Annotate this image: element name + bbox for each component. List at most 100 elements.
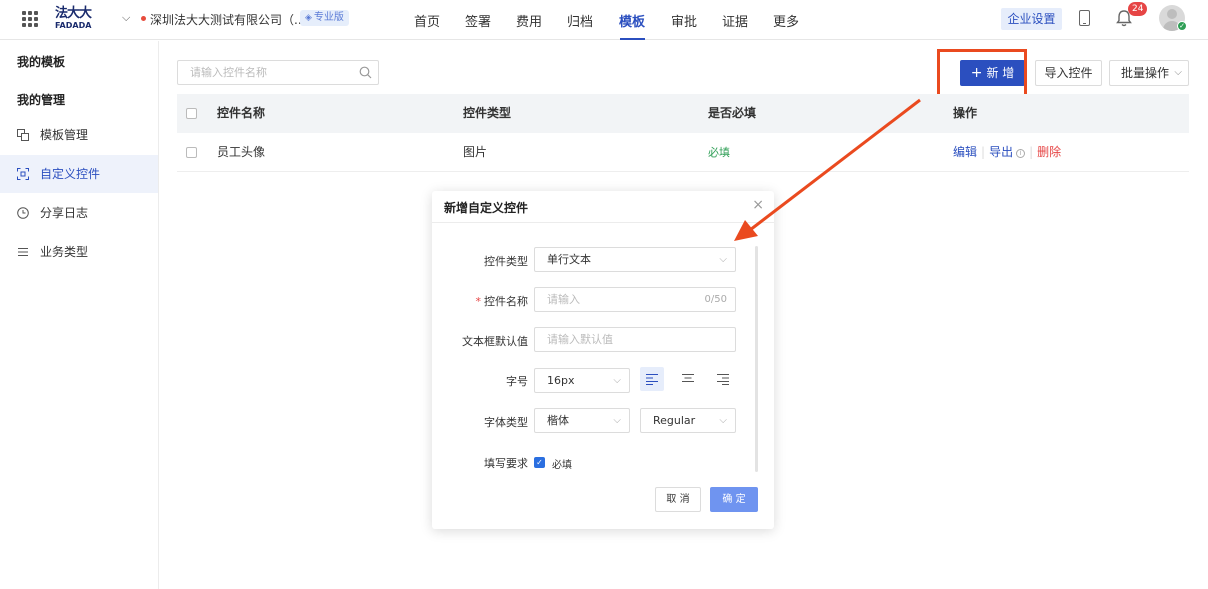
column-header-actions: 操作 (953, 106, 978, 120)
nav-approval[interactable]: 审批 (671, 11, 697, 30)
requirement-label: 填写要求 (484, 457, 528, 470)
sidebar: 我的模板 我的管理 模板管理 自定义控件 分享日志 业务类型 (0, 41, 159, 589)
font-weight-value: Regular (653, 414, 696, 427)
edit-link[interactable]: 编辑 (953, 145, 977, 159)
control-type-select[interactable]: 单行文本 ⌵ (534, 247, 736, 272)
edition-badge: ◈ 专业版 (300, 10, 349, 26)
company-status-dot (141, 16, 146, 21)
verified-check-icon: ✓ (1177, 21, 1187, 31)
control-type-label: 控件类型 (484, 255, 528, 268)
logo-cn-text: 法大大 (55, 6, 92, 21)
logo-en-text: FADADA (55, 21, 92, 30)
nav-evidence[interactable]: 证据 (722, 11, 748, 30)
nav-templates[interactable]: 模板 (619, 11, 645, 30)
sidebar-item-label: 模板管理 (40, 128, 89, 142)
notification-badge: 24 (1128, 2, 1148, 16)
select-all-checkbox[interactable] (186, 108, 197, 119)
column-header-name: 控件名称 (217, 106, 266, 120)
enterprise-settings-button[interactable]: 企业设置 (1001, 8, 1062, 30)
default-value-label: 文本框默认值 (462, 335, 528, 348)
controls-table: 控件名称 控件类型 是否必填 操作 员工头像 图片 必填 编辑 | 导出 i | 删除 (177, 94, 1189, 172)
align-right-icon (717, 374, 729, 385)
required-tag: 必填 (708, 146, 730, 159)
align-right-button[interactable] (711, 367, 735, 391)
shield-icon: ◈ (305, 13, 312, 23)
control-type-cell: 图片 (463, 145, 488, 159)
nav-fees[interactable]: 费用 (516, 11, 542, 30)
nav-home[interactable]: 首页 (414, 11, 440, 30)
batch-operations-dropdown[interactable]: 批量操作 ⌵ (1109, 60, 1189, 86)
sidebar-group-my-templates[interactable]: 我的模板 (17, 53, 65, 70)
nav-archive[interactable]: 归档 (567, 11, 593, 30)
table-row: 员工头像 图片 必填 编辑 | 导出 i | 删除 (177, 133, 1189, 172)
info-icon[interactable]: i (1016, 149, 1026, 158)
clock-icon (17, 207, 29, 219)
font-weight-select[interactable]: Regular ⌵ (640, 408, 736, 433)
nav-active-underline (620, 38, 645, 40)
dialog-title: 新增自定义控件 (444, 201, 529, 215)
column-header-type: 控件类型 (463, 106, 512, 120)
fadada-logo[interactable]: 法大大 FADADA (55, 6, 97, 31)
list-icon (18, 248, 28, 256)
export-link[interactable]: 导出 (989, 145, 1013, 159)
control-name-cell: 员工头像 (217, 145, 266, 159)
annotation-highlight-box (937, 49, 1027, 98)
align-center-button[interactable] (676, 367, 700, 391)
action-divider: | (1029, 145, 1034, 159)
sidebar-item-label: 业务类型 (40, 245, 89, 259)
top-header: 法大大 FADADA ⌵ 深圳法大大测试有限公司（... ◈ 专业版 首页 签署 … (0, 0, 1208, 40)
sidebar-item-business-type[interactable]: 业务类型 (0, 233, 158, 271)
font-size-value: 16px (547, 374, 575, 387)
default-value-placeholder: 请输入默认值 (547, 333, 613, 346)
chevron-down-icon[interactable]: ⌵ (122, 11, 130, 25)
confirm-button[interactable]: 确 定 (710, 487, 758, 512)
nav-sign[interactable]: 签署 (465, 11, 491, 30)
control-name-placeholder: 请输入 (547, 293, 580, 306)
search-input[interactable] (178, 61, 348, 84)
cancel-button[interactable]: 取 消 (655, 487, 701, 512)
required-checkbox[interactable]: ✓ (534, 457, 545, 468)
control-search (177, 60, 379, 85)
default-value-input[interactable]: 请输入默认值 (534, 327, 736, 352)
action-divider: | (981, 145, 986, 159)
required-checkbox-label[interactable]: 必填 (552, 456, 572, 471)
font-family-value: 楷体 (547, 414, 569, 427)
control-name-label-text: 控件名称 (484, 295, 528, 308)
table-header: 控件名称 控件类型 是否必填 操作 (177, 94, 1189, 133)
dialog-divider (432, 222, 774, 223)
sidebar-item-template-management[interactable]: 模板管理 (0, 116, 158, 154)
font-size-label: 字号 (506, 375, 528, 388)
company-switcher[interactable]: 深圳法大大测试有限公司（... (150, 11, 305, 28)
app-grid-icon[interactable] (22, 11, 38, 27)
import-controls-button[interactable]: 导入控件 (1035, 60, 1102, 86)
sidebar-group-my-management[interactable]: 我的管理 (17, 91, 65, 108)
sidebar-item-custom-controls[interactable]: 自定义控件 (0, 155, 158, 193)
delete-link[interactable]: 删除 (1037, 145, 1061, 159)
search-icon[interactable] (359, 66, 372, 79)
dialog-scrollbar[interactable] (755, 246, 758, 472)
control-type-value: 单行文本 (547, 253, 591, 266)
row-checkbox[interactable] (186, 147, 197, 158)
batch-label: 批量操作 (1121, 66, 1170, 80)
column-header-required: 是否必填 (708, 106, 757, 120)
control-name-label: * 控件名称 (476, 293, 529, 309)
align-left-button[interactable] (640, 367, 664, 391)
char-counter: 0/50 (704, 294, 727, 305)
nav-more[interactable]: 更多 (773, 11, 799, 30)
chevron-down-icon: ⌵ (613, 415, 621, 426)
chevron-down-icon: ⌵ (1174, 67, 1182, 78)
align-center-icon (682, 374, 694, 382)
font-family-select[interactable]: 楷体 ⌵ (534, 408, 630, 433)
edition-badge-label: 专业版 (313, 12, 344, 23)
sidebar-item-label: 分享日志 (40, 206, 89, 220)
control-name-input[interactable]: 请输入 0/50 (534, 287, 736, 312)
font-type-label: 字体类型 (484, 416, 528, 429)
required-asterisk: * (475, 295, 482, 308)
sidebar-item-share-log[interactable]: 分享日志 (0, 194, 158, 232)
chevron-down-icon: ⌵ (719, 415, 727, 426)
sidebar-item-label: 自定义控件 (40, 167, 101, 181)
mobile-icon[interactable] (1079, 10, 1090, 26)
chevron-down-icon: ⌵ (613, 375, 621, 386)
font-size-select[interactable]: 16px ⌵ (534, 368, 630, 393)
close-icon[interactable]: × (752, 197, 764, 213)
